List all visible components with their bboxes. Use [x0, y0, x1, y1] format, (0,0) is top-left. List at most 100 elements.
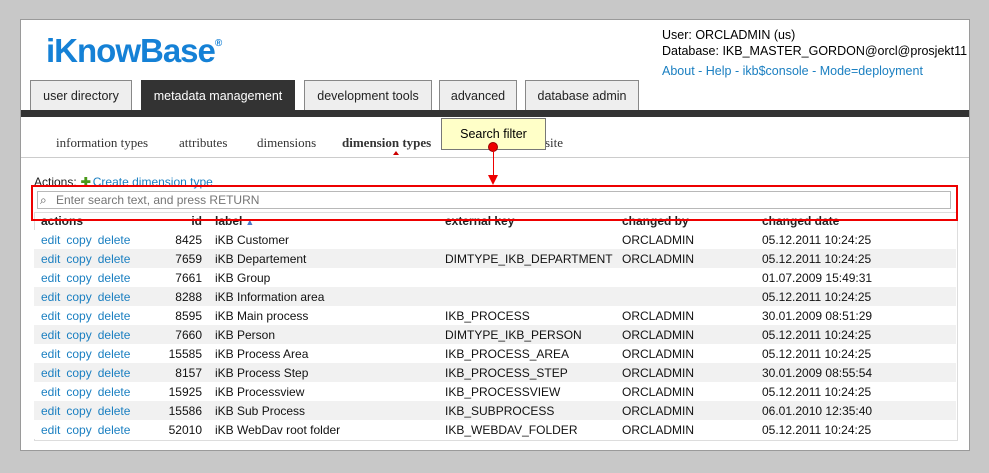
- cell-label: iKB Departement: [208, 249, 438, 268]
- copy-link[interactable]: copy: [66, 328, 91, 342]
- cell-label: iKB Processview: [208, 382, 438, 401]
- row-actions: edit copy delete: [34, 287, 160, 306]
- cell-changed-by: ORCLADMIN: [615, 325, 755, 344]
- edit-link[interactable]: edit: [41, 347, 60, 361]
- cell-changed-date: 06.01.2010 12:35:40: [755, 401, 956, 420]
- cell-id: 7661: [160, 268, 208, 287]
- cell-changed-date: 05.12.2011 10:24:25: [755, 325, 956, 344]
- edit-link[interactable]: edit: [41, 404, 60, 418]
- row-actions: edit copy delete: [34, 325, 160, 344]
- app-window: iKnowBase® User: ORCLADMIN (us) Database…: [20, 19, 970, 451]
- user-line: User: ORCLADMIN (us): [662, 28, 796, 42]
- cell-changed-by: ORCLADMIN: [615, 420, 755, 439]
- row-actions: edit copy delete: [34, 268, 160, 287]
- tab-development-tools[interactable]: development tools: [304, 80, 432, 110]
- table-row: edit copy delete 8425 iKB Customer ORCLADMIN 0…: [34, 230, 956, 249]
- edit-link[interactable]: edit: [41, 290, 60, 304]
- edit-link[interactable]: edit: [41, 309, 60, 323]
- delete-link[interactable]: delete: [98, 404, 131, 418]
- edit-link[interactable]: edit: [41, 366, 60, 380]
- copy-link[interactable]: copy: [66, 423, 91, 437]
- edit-link[interactable]: edit: [41, 328, 60, 342]
- cell-changed-date: 30.01.2009 08:55:54: [755, 363, 956, 382]
- tab-bar-divider: [21, 110, 969, 117]
- subnav-attributes[interactable]: attributes: [179, 135, 227, 151]
- cell-external-key: [438, 230, 615, 249]
- mode-link[interactable]: Mode=deployment: [820, 64, 923, 78]
- delete-link[interactable]: delete: [98, 309, 131, 323]
- user-info: User: ORCLADMIN (us) Database: IKB_MASTE…: [662, 27, 967, 59]
- row-actions: edit copy delete: [34, 230, 160, 249]
- table-body: edit copy delete 8425 iKB Customer ORCLADMIN 0…: [34, 230, 956, 439]
- active-caret-icon: [393, 151, 399, 155]
- cell-external-key: IKB_SUBPROCESS: [438, 401, 615, 420]
- cell-external-key: IKB_PROCESS_STEP: [438, 363, 615, 382]
- delete-link[interactable]: delete: [98, 290, 131, 304]
- copy-link[interactable]: copy: [66, 233, 91, 247]
- edit-link[interactable]: edit: [41, 271, 60, 285]
- cell-label: iKB Customer: [208, 230, 438, 249]
- cell-id: 7659: [160, 249, 208, 268]
- cell-changed-by: ORCLADMIN: [615, 230, 755, 249]
- cell-changed-date: 05.12.2011 10:24:25: [755, 287, 956, 306]
- tab-database-admin[interactable]: database admin: [525, 80, 639, 110]
- tab-metadata-management[interactable]: metadata management: [141, 80, 295, 111]
- edit-link[interactable]: edit: [41, 233, 60, 247]
- delete-link[interactable]: delete: [98, 252, 131, 266]
- cell-changed-date: 05.12.2011 10:24:25: [755, 230, 956, 249]
- cell-label: iKB Information area: [208, 287, 438, 306]
- copy-link[interactable]: copy: [66, 366, 91, 380]
- edit-link[interactable]: edit: [41, 423, 60, 437]
- table-row: edit copy delete 7659 iKB Departement DIMTYPE…: [34, 249, 956, 268]
- cell-id: 8595: [160, 306, 208, 325]
- row-actions: edit copy delete: [34, 344, 160, 363]
- delete-link[interactable]: delete: [98, 328, 131, 342]
- cell-id: 15586: [160, 401, 208, 420]
- cell-changed-by: [615, 268, 755, 287]
- callout-pointer-line: [493, 151, 494, 176]
- delete-link[interactable]: delete: [98, 385, 131, 399]
- subnav-dimensions[interactable]: dimensions: [257, 135, 316, 151]
- cell-id: 8288: [160, 287, 208, 306]
- cell-changed-by: ORCLADMIN: [615, 249, 755, 268]
- delete-link[interactable]: delete: [98, 366, 131, 380]
- copy-link[interactable]: copy: [66, 404, 91, 418]
- cell-changed-date: 01.07.2009 15:49:31: [755, 268, 956, 287]
- table-row: edit copy delete 8595 iKB Main process IKB_PR…: [34, 306, 956, 325]
- copy-link[interactable]: copy: [66, 290, 91, 304]
- delete-link[interactable]: delete: [98, 271, 131, 285]
- cell-changed-date: 05.12.2011 10:24:25: [755, 249, 956, 268]
- copy-link[interactable]: copy: [66, 309, 91, 323]
- delete-link[interactable]: delete: [98, 347, 131, 361]
- copy-link[interactable]: copy: [66, 252, 91, 266]
- cell-label: iKB Process Area: [208, 344, 438, 363]
- cell-external-key: [438, 287, 615, 306]
- copy-link[interactable]: copy: [66, 271, 91, 285]
- table-row: edit copy delete 15925 iKB Processview IKB_PR…: [34, 382, 956, 401]
- cell-external-key: IKB_PROCESSVIEW: [438, 382, 615, 401]
- about-link[interactable]: About: [662, 64, 695, 78]
- cell-external-key: DIMTYPE_IKB_DEPARTMENT: [438, 249, 615, 268]
- tab-user-directory[interactable]: user directory: [30, 80, 132, 110]
- search-highlight-box: [31, 185, 958, 221]
- row-actions: edit copy delete: [34, 420, 160, 439]
- console-link[interactable]: ikb$console: [743, 64, 809, 78]
- cell-changed-by: ORCLADMIN: [615, 344, 755, 363]
- subnav-dimension-types[interactable]: dimension types: [342, 135, 431, 151]
- tab-advanced[interactable]: advanced: [439, 80, 517, 110]
- cell-changed-by: ORCLADMIN: [615, 363, 755, 382]
- subnav-information-types[interactable]: information types: [56, 135, 148, 151]
- subnav-site[interactable]: site: [545, 135, 563, 151]
- row-actions: edit copy delete: [34, 382, 160, 401]
- row-actions: edit copy delete: [34, 306, 160, 325]
- help-link[interactable]: Help: [706, 64, 732, 78]
- copy-link[interactable]: copy: [66, 347, 91, 361]
- cell-label: iKB Group: [208, 268, 438, 287]
- delete-link[interactable]: delete: [98, 423, 131, 437]
- cell-id: 15925: [160, 382, 208, 401]
- edit-link[interactable]: edit: [41, 385, 60, 399]
- delete-link[interactable]: delete: [98, 233, 131, 247]
- table-row: edit copy delete 15586 iKB Sub Process IKB_SU…: [34, 401, 956, 420]
- edit-link[interactable]: edit: [41, 252, 60, 266]
- copy-link[interactable]: copy: [66, 385, 91, 399]
